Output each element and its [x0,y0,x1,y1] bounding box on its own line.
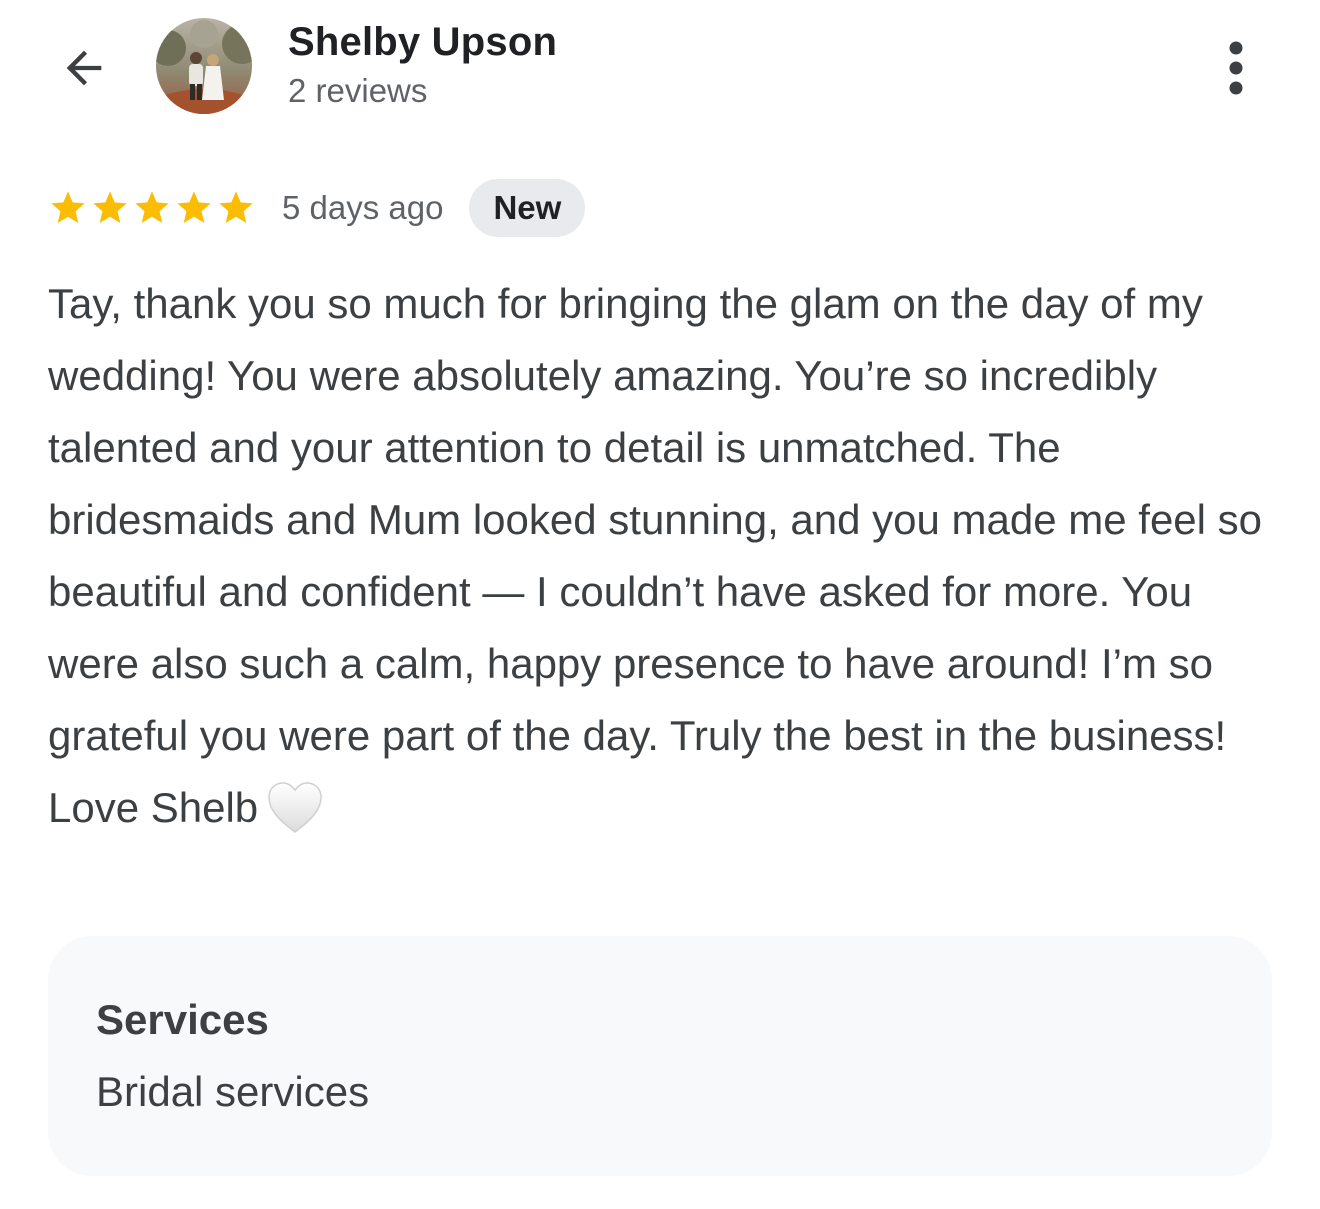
more-vert-icon [1229,41,1243,95]
star-icon [135,191,169,223]
star-rating [48,188,256,228]
star-icon [93,191,127,223]
star-icon [51,191,85,223]
review-text: Tay, thank you so much for bringing the … [48,280,1274,831]
services-title: Services [96,996,269,1043]
star-icon [219,191,253,223]
reviewer-avatar[interactable] [156,18,252,114]
review-count: 2 reviews [288,72,428,109]
services-card: Services Bridal services [48,936,1272,1176]
back-button[interactable] [52,38,116,98]
arrow-back-icon [66,50,102,86]
new-badge: New [469,179,586,237]
white-heart-icon [266,780,324,858]
review-time-ago: 5 days ago [282,189,444,226]
reviewer-name[interactable]: Shelby Upson [288,20,557,65]
star-icon [177,191,211,223]
review-header: Shelby Upson 2 reviews [0,0,1320,130]
review-meta-row: 5 days ago New [48,178,586,238]
more-options-button[interactable] [1212,36,1260,100]
avatar-photo [156,18,252,114]
services-value: Bridal services [96,1068,370,1115]
review-text-block: Tay, thank you so much for bringing the … [48,268,1278,858]
